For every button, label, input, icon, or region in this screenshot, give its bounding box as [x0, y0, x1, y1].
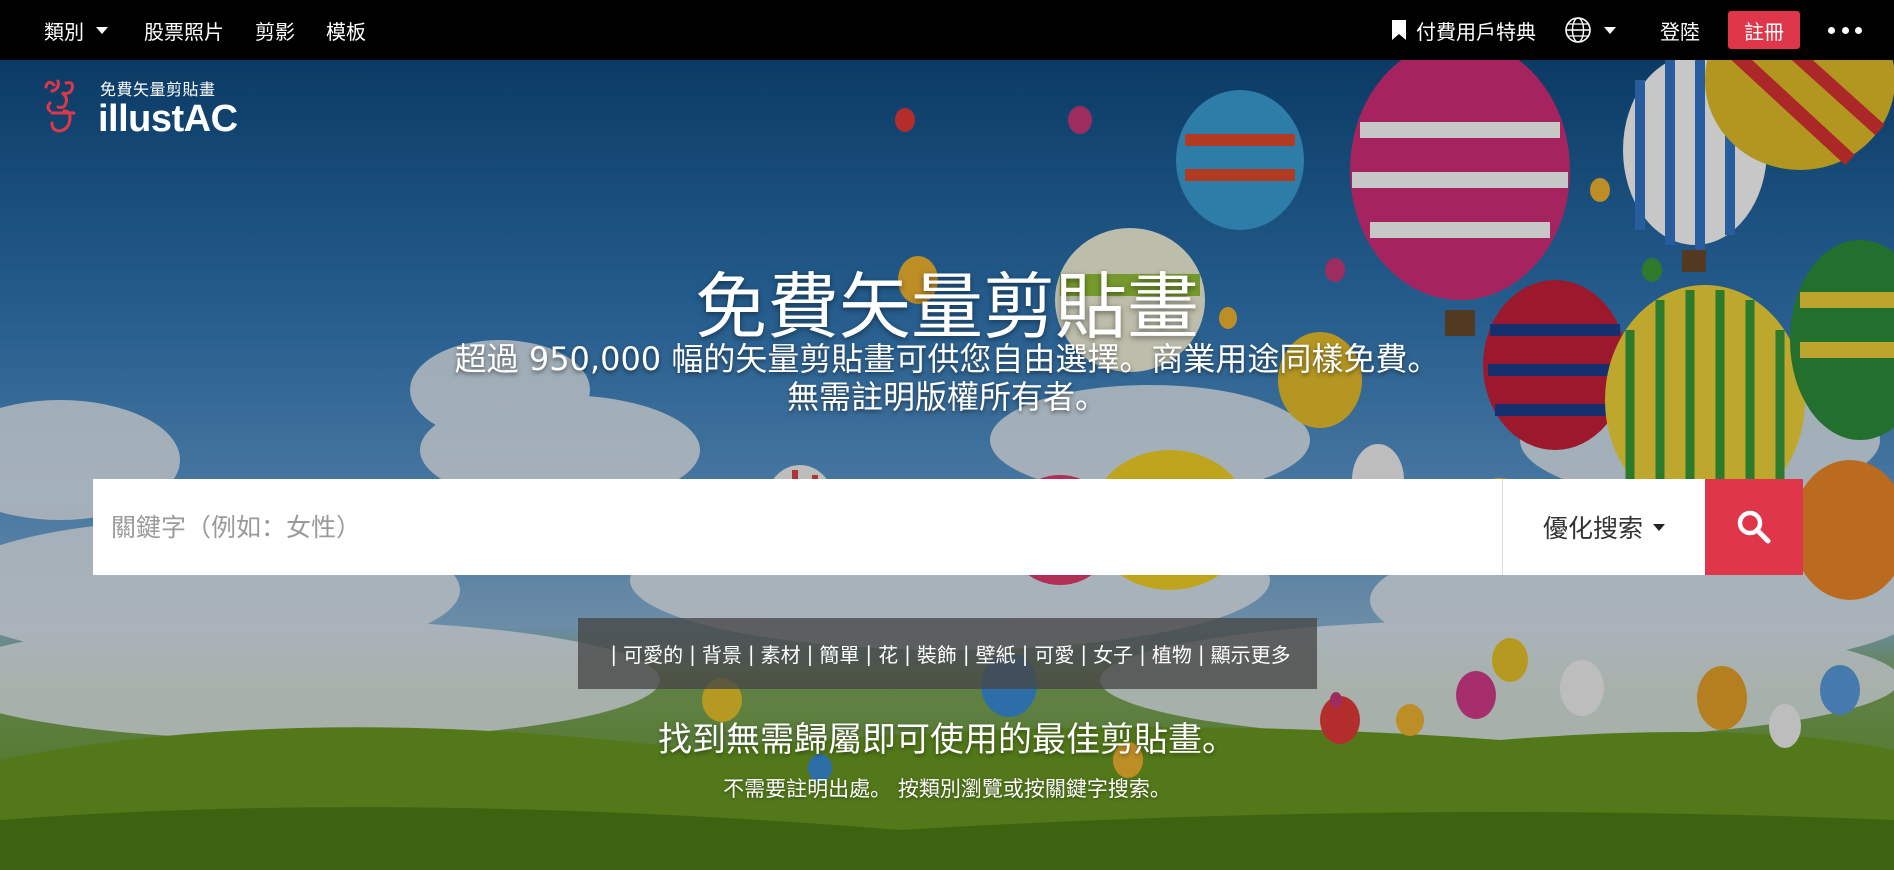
nav-right: 付費用戶特典 登陸 註冊 — [1391, 0, 1894, 60]
register-button[interactable]: 註冊 — [1728, 11, 1800, 49]
nav-left: 類別 股票照片 剪影 模板 — [0, 16, 366, 45]
tag-link[interactable]: 花 — [878, 639, 898, 668]
logo-icon — [44, 79, 76, 133]
tag-link[interactable]: 可愛的 — [623, 639, 683, 668]
chevron-down-icon — [1653, 523, 1665, 531]
hero-subtitle-line2: 無需註明版權所有者。 — [786, 378, 1107, 416]
tag-separator: | — [689, 641, 696, 666]
tag-separator: | — [962, 641, 970, 666]
tag-link[interactable]: 背景 — [702, 639, 742, 668]
search-input[interactable] — [93, 479, 1502, 575]
section-subtitle: 不需要註明出處。 按類別瀏覽或按關鍵字搜索。 — [723, 777, 1171, 801]
tag-link[interactable]: 裝飾 — [917, 639, 957, 668]
refine-search-label: 優化搜索 — [1542, 514, 1643, 543]
logo-tagline: 免費矢量剪貼畫 — [100, 80, 216, 99]
show-more-tags-link[interactable]: 顯示更多 — [1211, 639, 1291, 668]
more-icon[interactable] — [1828, 26, 1862, 34]
popular-tags-bar: | 可愛的 | 背景 | 素材 | 簡單 | 花 | 裝飾 | 壁紙 | 可愛 … — [578, 618, 1317, 689]
top-nav: 類別 股票照片 剪影 模板 付費用戶特典 登陸 註冊 — [0, 0, 1894, 60]
tag-separator: | — [610, 641, 618, 666]
search-button[interactable] — [1705, 479, 1803, 575]
chevron-down-icon — [1604, 26, 1616, 34]
site-logo[interactable]: 免費矢量剪貼畫 illustAC — [44, 76, 238, 138]
tag-separator: | — [1197, 641, 1205, 666]
search-icon — [1737, 510, 1771, 544]
tag-separator: | — [806, 641, 814, 666]
tag-link[interactable]: 素材 — [761, 639, 801, 668]
language-selector[interactable] — [1564, 16, 1616, 44]
search-bar: 優化搜索 — [93, 479, 1803, 575]
login-link[interactable]: 登陸 — [1660, 16, 1700, 45]
tag-separator: | — [865, 641, 873, 666]
hero-subtitle: 超過 950,000 幅的矢量剪貼畫可供您自由選擇。商業用途同樣免費。 無需註明… — [0, 340, 1894, 416]
hero-banner: 免費矢量剪貼畫 illustAC 免費矢量剪貼畫 超過 950,000 幅的矢量… — [0, 60, 1894, 870]
section-title: 找到無需歸屬即可使用的最佳剪貼畫。 — [658, 720, 1236, 760]
tag-separator: | — [1080, 641, 1088, 666]
nav-silhouette-link[interactable]: 剪影 — [255, 16, 295, 45]
refine-search-dropdown[interactable]: 優化搜索 — [1502, 479, 1705, 575]
nav-premium-label: 付費用戶特典 — [1416, 19, 1536, 44]
tag-link[interactable]: 植物 — [1152, 639, 1192, 668]
bookmark-icon — [1392, 20, 1406, 40]
nav-stock-photos-link[interactable]: 股票照片 — [144, 16, 224, 45]
hero-title: 免費矢量剪貼畫 — [694, 265, 1199, 349]
nav-templates-link[interactable]: 模板 — [326, 16, 366, 45]
tag-link[interactable]: 壁紙 — [976, 639, 1016, 668]
chevron-down-icon — [96, 26, 108, 34]
globe-icon — [1565, 17, 1591, 43]
tag-link[interactable]: 簡單 — [819, 639, 859, 668]
tag-separator: | — [1139, 641, 1146, 666]
tag-separator: | — [747, 641, 755, 666]
nav-category-dropdown[interactable]: 類別 — [44, 16, 108, 45]
tag-link[interactable]: 可愛 — [1034, 639, 1074, 668]
logo-name: illustAC — [98, 98, 238, 140]
hero-subtitle-line1: 超過 950,000 幅的矢量剪貼畫可供您自由選擇。商業用途同樣免費。 — [454, 340, 1440, 378]
nav-category-label: 類別 — [44, 19, 84, 44]
tag-separator: | — [904, 641, 911, 666]
tag-link[interactable]: 女子 — [1093, 639, 1133, 668]
nav-premium-link[interactable]: 付費用戶特典 — [1391, 16, 1536, 45]
tag-separator: | — [1021, 641, 1029, 666]
